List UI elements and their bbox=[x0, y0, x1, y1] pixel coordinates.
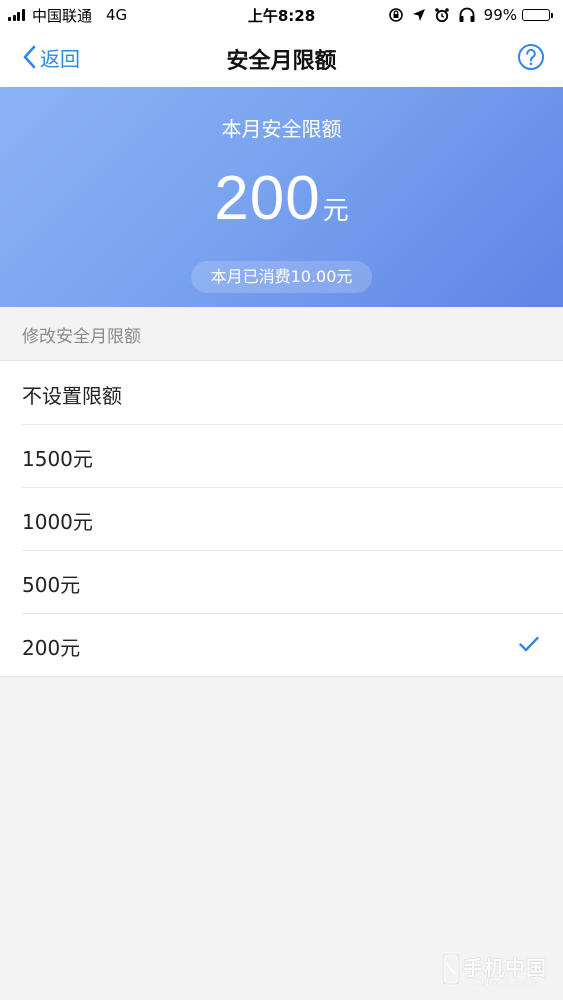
battery-percent: 99% bbox=[483, 6, 517, 24]
navigation-bar: 返回 安全月限额 bbox=[0, 30, 563, 87]
option-1000[interactable]: 1000元 bbox=[0, 487, 563, 550]
page-title: 安全月限额 bbox=[226, 49, 337, 74]
limit-caption: 本月安全限额 bbox=[221, 117, 342, 141]
watermark-subtext: CNMO.com bbox=[472, 976, 541, 989]
status-right: 99% bbox=[380, 5, 553, 25]
orientation-lock-icon bbox=[388, 7, 404, 23]
option-1500[interactable]: 1500元 bbox=[0, 424, 563, 487]
watermark: 手机中国 CNMO.com bbox=[435, 948, 555, 992]
status-bar: 中国联通 4G 上午8:28 99% bbox=[0, 0, 563, 30]
limit-amount-value: 200 bbox=[214, 164, 321, 233]
option-label: 1500元 bbox=[22, 447, 93, 471]
option-label: 500元 bbox=[22, 573, 81, 597]
section-header: 修改安全月限额 bbox=[0, 307, 563, 360]
headphones-icon bbox=[458, 7, 476, 23]
location-icon bbox=[412, 8, 426, 22]
limit-amount: 200元 bbox=[0, 163, 563, 234]
limit-amount-unit: 元 bbox=[322, 196, 349, 226]
option-500[interactable]: 500元 bbox=[0, 550, 563, 613]
option-label: 1000元 bbox=[22, 510, 93, 534]
section-title: 修改安全月限额 bbox=[22, 327, 141, 347]
limit-option-list: 不设置限额 1500元 1000元 500元 200元 bbox=[0, 360, 563, 677]
spent-badge: 本月已消费10.00元 bbox=[190, 261, 373, 293]
alarm-icon bbox=[434, 7, 450, 23]
checkmark-icon bbox=[519, 636, 539, 652]
option-label: 不设置限额 bbox=[22, 384, 122, 408]
option-200[interactable]: 200元 bbox=[0, 613, 563, 676]
question-circle-icon bbox=[518, 44, 544, 70]
option-no-limit[interactable]: 不设置限额 bbox=[0, 361, 563, 424]
cnmo-logo-icon bbox=[441, 952, 461, 986]
option-label: 200元 bbox=[22, 636, 81, 660]
screen: 中国联通 4G 上午8:28 99% 返回 安全月限额 本月安全限额 200元 … bbox=[0, 0, 563, 1000]
battery-icon bbox=[522, 9, 553, 21]
limit-summary-header: 本月安全限额 200元 本月已消费10.00元 bbox=[0, 87, 563, 307]
help-button[interactable] bbox=[517, 43, 545, 71]
